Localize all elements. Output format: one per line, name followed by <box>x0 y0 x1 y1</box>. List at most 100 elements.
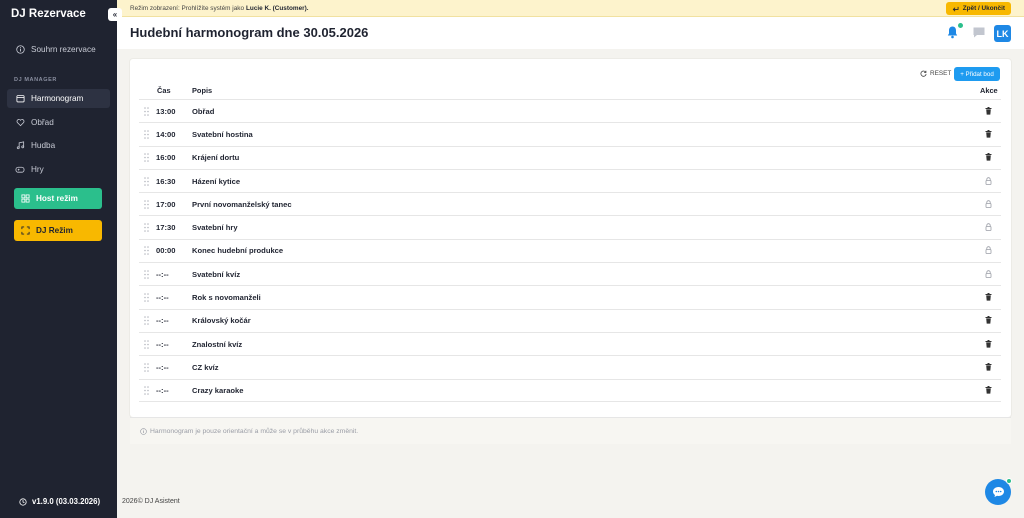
banner-text: Režim zobrazení: Prohlížíte systém jako <box>130 4 245 12</box>
sidebar-item-summary[interactable]: Souhrn rezervace <box>7 40 110 59</box>
user-avatar[interactable]: LK <box>994 25 1011 42</box>
table-row[interactable]: 16:00 Krájení dortu <box>139 145 1001 169</box>
sidebar-item-label: Obřad <box>31 118 54 127</box>
footer-text: 2026© DJ Asistent <box>122 498 180 505</box>
table-row[interactable]: --:-- Královský kočár <box>139 308 1001 332</box>
clock-icon <box>19 497 27 506</box>
row-description: Svatební kvíz <box>192 269 241 279</box>
sidebar: DJ Rezervace « Souhrn rezervace DJ MANAG… <box>0 0 122 518</box>
drag-handle-icon[interactable] <box>144 293 150 302</box>
impersonation-banner: Režim zobrazení: Prohlížíte systém jako … <box>117 0 1024 17</box>
sidebar-collapse-button[interactable]: « <box>108 8 122 21</box>
lock-icon <box>985 223 993 232</box>
lock-icon <box>985 200 993 209</box>
add-item-button[interactable]: + Přidat bod <box>954 67 1000 81</box>
trash-icon[interactable] <box>985 106 993 116</box>
schedule-card: RESET + Přidat bod Čas Popis Akce 13:00 O… <box>130 59 1011 417</box>
gamepad-icon <box>15 165 25 175</box>
sidebar-item-label: Souhrn rezervace <box>31 45 96 54</box>
return-arrow-icon <box>952 6 959 12</box>
row-description: Svatební hry <box>192 223 238 233</box>
drag-handle-icon[interactable] <box>144 223 150 232</box>
dj-mode-label: DJ Režim <box>36 226 73 235</box>
drag-handle-icon[interactable] <box>144 339 150 349</box>
row-description: Rok s novomanželi <box>192 293 261 303</box>
row-description: Krájení dortu <box>192 153 240 163</box>
row-description: Házení kytice <box>192 176 241 186</box>
drag-handle-icon[interactable] <box>144 363 150 372</box>
note-text: Harmonogram je pouze orientační a může s… <box>150 427 359 435</box>
refresh-icon <box>920 70 927 77</box>
info-icon <box>140 427 147 435</box>
trash-icon[interactable] <box>985 385 993 395</box>
sidebar-item-hudba[interactable]: Hudba <box>7 136 110 155</box>
table-row[interactable]: --:-- Rok s novomanželi <box>139 285 1001 308</box>
sidebar-item-obrad[interactable]: Obřad <box>7 113 110 132</box>
drag-handle-icon[interactable] <box>144 316 150 326</box>
drag-handle-icon[interactable] <box>144 176 150 186</box>
row-description: Obřad <box>192 106 215 116</box>
row-time: 00:00 <box>156 246 176 256</box>
drag-handle-icon[interactable] <box>144 246 150 256</box>
section-label: DJ MANAGER <box>14 77 57 83</box>
trash-icon[interactable] <box>985 129 993 139</box>
sidebar-item-label: Harmonogram <box>31 94 84 103</box>
heart-icon <box>15 118 25 128</box>
online-dot <box>1006 478 1012 484</box>
column-header-description: Popis <box>192 86 213 95</box>
column-header-time: Čas <box>157 86 171 95</box>
schedule-table-body: 13:00 Obřad 14:00 Svatební hostina 16:00 Kráj… <box>139 99 1001 402</box>
notification-dot <box>958 23 963 28</box>
drag-handle-icon[interactable] <box>144 385 150 395</box>
table-row[interactable]: 00:00 Konec hudební produkce <box>139 238 1001 262</box>
table-row[interactable]: --:-- CZ kvíz <box>139 355 1001 378</box>
drag-handle-icon[interactable] <box>144 130 150 139</box>
trash-icon[interactable] <box>985 153 993 162</box>
table-row[interactable]: 17:00 První novomanželský tanec <box>139 192 1001 215</box>
sidebar-item-harmonogram[interactable]: Harmonogram <box>7 89 110 108</box>
host-mode-label: Host režim <box>36 194 78 203</box>
sidebar-item-hry[interactable]: Hry <box>7 160 110 179</box>
drag-handle-icon[interactable] <box>144 200 150 209</box>
trash-icon[interactable] <box>985 339 993 349</box>
sidebar-item-label: Hry <box>31 165 44 174</box>
page-header: Hudební harmonogram dne 30.05.2026 LK <box>117 17 1024 49</box>
column-header-actions: Akce <box>980 86 998 95</box>
banner-user: Lucie K. (Customer). <box>246 4 309 12</box>
row-time: 13:00 <box>156 106 176 116</box>
page-title: Hudební harmonogram dne 30.05.2026 <box>130 25 369 40</box>
dj-mode-button[interactable]: DJ Režim <box>14 220 102 241</box>
trash-icon[interactable] <box>985 316 993 325</box>
table-row[interactable]: --:-- Svatební kvíz <box>139 262 1001 285</box>
row-time: 17:00 <box>156 199 176 209</box>
chat-launcher-button[interactable] <box>985 478 1012 505</box>
drag-handle-icon[interactable] <box>144 106 150 116</box>
lock-icon <box>985 270 993 279</box>
trash-icon[interactable] <box>985 293 993 302</box>
table-row[interactable]: 17:30 Svatební hry <box>139 215 1001 238</box>
table-row[interactable]: --:-- Crazy karaoke <box>139 378 1001 402</box>
table-row[interactable]: 16:30 Házení kytice <box>139 168 1001 192</box>
music-note-icon <box>15 141 25 151</box>
lock-icon <box>985 176 993 186</box>
reset-button[interactable]: RESET <box>920 70 951 77</box>
table-row[interactable]: 14:00 Svatební hostina <box>139 122 1001 145</box>
host-mode-button[interactable]: Host režim <box>14 188 102 209</box>
row-description: První novomanželský tanec <box>192 199 292 209</box>
drag-handle-icon[interactable] <box>144 153 150 163</box>
chat-bubble-icon <box>992 487 1004 497</box>
notifications-button[interactable] <box>946 23 963 40</box>
chat-icon <box>973 27 985 38</box>
row-time: --:-- <box>156 385 169 395</box>
row-description: Znalostní kvíz <box>192 339 243 349</box>
drag-handle-icon[interactable] <box>144 269 150 279</box>
table-row[interactable]: 13:00 Obřad <box>139 99 1001 122</box>
trash-icon[interactable] <box>985 362 993 372</box>
row-time: --:-- <box>156 316 169 326</box>
row-time: 14:00 <box>156 129 176 139</box>
calendar-icon <box>15 94 25 104</box>
row-time: 16:30 <box>156 176 176 186</box>
table-row[interactable]: --:-- Znalostní kvíz <box>139 331 1001 355</box>
back-exit-button[interactable]: Zpět / Ukončit <box>945 2 1011 15</box>
messages-button[interactable] <box>972 26 986 39</box>
